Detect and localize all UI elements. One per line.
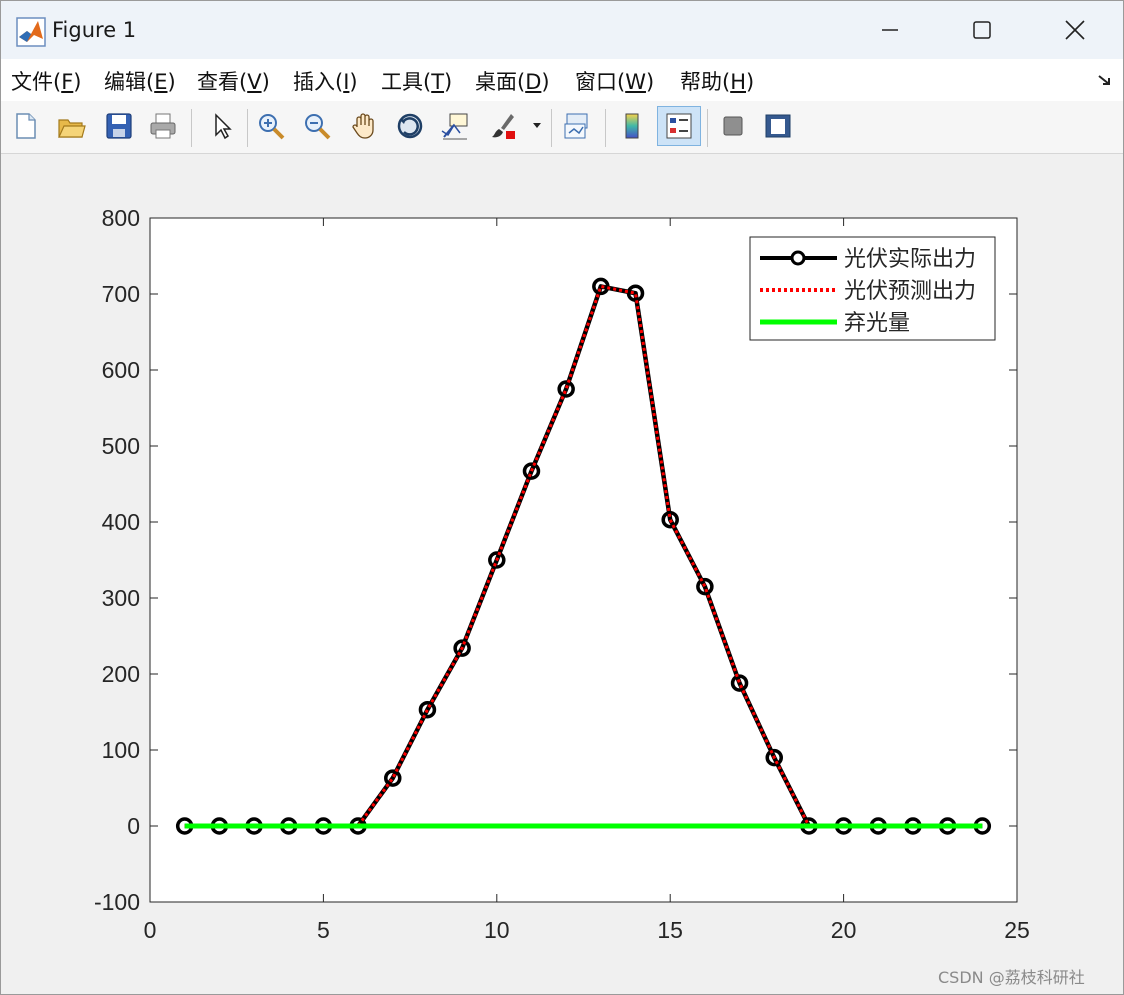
- x-tick-label: 25: [1004, 917, 1030, 943]
- menu-expand-icon[interactable]: [1097, 72, 1113, 88]
- legend-item-forecast-label: 光伏预测出力: [844, 279, 976, 304]
- new-figure-button[interactable]: [7, 108, 43, 144]
- menu-bar: 文件(F) 编辑(E) 查看(V) 插入(I) 工具(T) 桌面(D) 窗口(W…: [1, 59, 1123, 101]
- rotate-3d-button[interactable]: [392, 108, 428, 144]
- watermark-text: CSDN @荔枝科研社: [938, 968, 1085, 987]
- brush-dropdown[interactable]: [526, 108, 548, 144]
- x-tick-label: 0: [144, 917, 157, 943]
- menu-desktop[interactable]: 桌面(D): [475, 66, 550, 96]
- pointer-icon: [215, 113, 232, 140]
- toolbar-separator: [551, 109, 552, 147]
- y-tick-label: 200: [102, 661, 140, 687]
- toolbar-separator: [707, 109, 708, 147]
- y-tick-label: 500: [102, 433, 140, 459]
- minimize-button[interactable]: [844, 1, 936, 59]
- y-tick-label: 300: [102, 585, 140, 611]
- open-file-button[interactable]: [53, 108, 89, 144]
- y-tick-label: 400: [102, 509, 140, 535]
- rotate-3d-icon: [397, 113, 423, 139]
- y-tick-label: 0: [127, 813, 140, 839]
- link-plot-button[interactable]: [559, 108, 595, 144]
- toolbar-separator: [247, 109, 248, 147]
- legend-item-actual-label: 光伏实际出力: [844, 247, 976, 272]
- hide-plot-tools-icon: [723, 116, 743, 136]
- minimize-icon: [882, 29, 898, 31]
- data-cursor-button[interactable]: [437, 108, 473, 144]
- zoom-in-icon: [259, 114, 285, 140]
- save-button[interactable]: [101, 108, 137, 144]
- zoom-out-button[interactable]: [299, 108, 335, 144]
- legend-item-actual-marker: [790, 250, 806, 266]
- zoom-out-icon: [305, 114, 331, 140]
- print-icon: [150, 113, 176, 139]
- print-button[interactable]: [145, 108, 181, 144]
- new-figure-icon: [16, 113, 36, 139]
- toolbar-separator: [605, 109, 606, 147]
- x-tick-label: 15: [657, 917, 683, 943]
- maximize-icon: [973, 21, 991, 39]
- menu-help[interactable]: 帮助(H): [680, 66, 754, 96]
- colorbar-icon: [625, 113, 639, 139]
- close-button[interactable]: [1029, 1, 1121, 59]
- save-icon: [106, 113, 132, 139]
- maximize-button[interactable]: [936, 1, 1028, 59]
- y-tick-label: 700: [102, 281, 140, 307]
- legend-item-curtailment-label: 弃光量: [844, 311, 910, 336]
- open-file-icon: [58, 119, 86, 138]
- matlab-logo-icon: [16, 17, 46, 47]
- y-tick-label: 800: [102, 205, 140, 231]
- menu-window[interactable]: 窗口(W): [575, 66, 654, 96]
- menu-view[interactable]: 查看(V): [197, 66, 270, 96]
- brush-dropdown-icon: [533, 123, 541, 128]
- close-icon: [1065, 20, 1085, 40]
- show-plot-tools-icon: [765, 114, 791, 138]
- title-bar[interactable]: Figure 1: [1, 1, 1123, 59]
- data-cursor-icon: [441, 113, 468, 140]
- menu-insert[interactable]: 插入(I): [293, 66, 358, 96]
- window-title: Figure 1: [52, 18, 137, 42]
- brush-button[interactable]: [484, 108, 520, 144]
- pan-button[interactable]: [346, 108, 382, 144]
- link-plot-icon: [564, 113, 588, 139]
- y-tick-label: 600: [102, 357, 140, 383]
- x-tick-label: 20: [831, 917, 857, 943]
- menu-tools[interactable]: 工具(T): [381, 66, 452, 96]
- pointer-button[interactable]: [203, 108, 239, 144]
- zoom-in-button[interactable]: [253, 108, 289, 144]
- show-plot-tools-button[interactable]: [760, 108, 796, 144]
- brush-icon: [492, 114, 515, 139]
- legend-icon: [666, 113, 692, 139]
- menu-edit[interactable]: 编辑(E): [104, 66, 176, 96]
- figure-toolbar: [1, 101, 1123, 154]
- pan-hand-icon: [352, 113, 374, 139]
- y-tick-label: 100: [102, 737, 140, 763]
- y-tick-label: -100: [94, 889, 140, 915]
- x-tick-label: 5: [317, 917, 330, 943]
- figure-canvas[interactable]: 0 5 10 15 20 25-1000100200300400500600700800光…: [1, 154, 1123, 994]
- legend-button[interactable]: [657, 106, 701, 146]
- toolbar-separator: [191, 109, 192, 147]
- colorbar-button[interactable]: [614, 108, 650, 144]
- menu-file[interactable]: 文件(F): [11, 66, 82, 96]
- x-tick-label: 10: [484, 917, 510, 943]
- figure-window: Figure 1 文件(F) 编辑(E) 查看(V) 插入(I) 工具(T) 桌…: [0, 0, 1124, 995]
- hide-plot-tools-button[interactable]: [715, 108, 751, 144]
